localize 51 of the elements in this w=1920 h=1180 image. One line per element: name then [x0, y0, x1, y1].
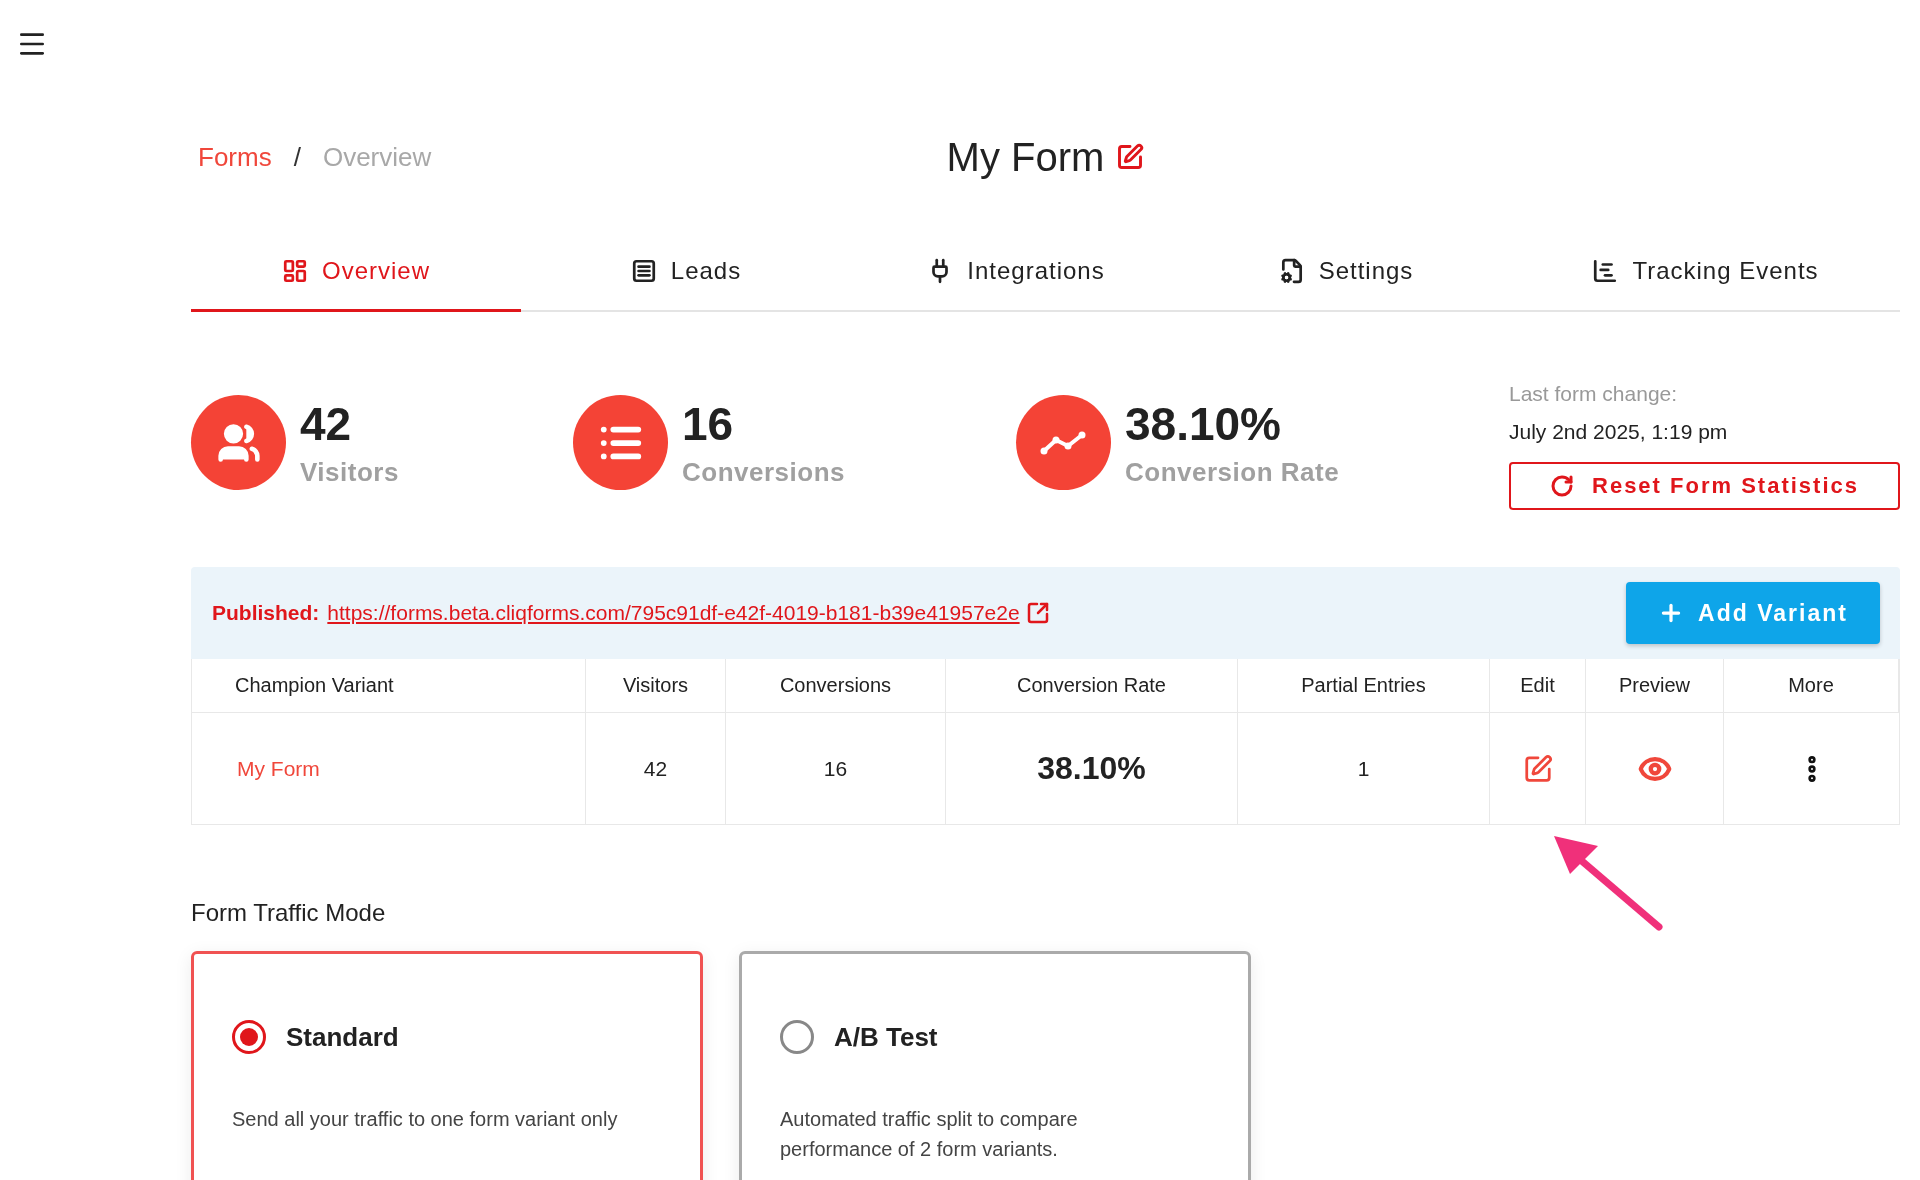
option-label: A/B Test	[834, 1021, 938, 1053]
stat-label: Conversions	[682, 457, 845, 488]
radio-button[interactable]	[232, 1020, 266, 1054]
stat-label: Visitors	[300, 457, 399, 488]
form-title: My Form	[946, 134, 1105, 180]
radio-button[interactable]	[780, 1020, 814, 1054]
refresh-icon	[1550, 474, 1574, 498]
section-title: Form Traffic Mode	[191, 899, 387, 927]
tab[interactable]: Leads	[521, 232, 851, 312]
last-change-label: Last form change:	[1509, 382, 1679, 406]
breadcrumb-separator: /	[293, 141, 301, 173]
traffic-mode-card[interactable]: A/B Test Automated traffic split to compare performance of 2 form variants.	[739, 951, 1251, 1180]
option-description: Automated traffic split to compare performance of 2 form variants.	[780, 1107, 1079, 1162]
column-header: Champion Variant	[192, 659, 586, 713]
reset-statistics-button[interactable]: Reset Form Statistics	[1509, 462, 1900, 510]
column-header: Visitors	[586, 659, 726, 713]
edit-icon[interactable]	[1116, 143, 1145, 171]
list-icon	[630, 257, 657, 284]
table-cell: 42	[643, 756, 668, 781]
stat-value: 16	[682, 397, 735, 451]
edit-icon[interactable]	[1522, 753, 1553, 784]
chart-icon	[1592, 257, 1619, 284]
stat-value: 38.10%	[1125, 397, 1282, 451]
published-url-link[interactable]: https://forms.beta.cliqforms.com/795c91df-e42f-4019-b181-b39e41957e2e	[327, 601, 1050, 625]
file-gear-icon	[1278, 257, 1305, 284]
column-header: Edit	[1490, 659, 1586, 713]
column-header: Partial Entries	[1238, 659, 1490, 713]
table-cell: 16	[823, 756, 848, 781]
option-description: Send all your traffic to one form variant only	[232, 1107, 619, 1132]
tab[interactable]: Integrations	[851, 232, 1181, 312]
dashboard-icon	[282, 257, 308, 284]
column-header: Conversions	[726, 659, 946, 713]
trend-line-icon	[1039, 429, 1088, 456]
tab[interactable]: Tracking Events	[1511, 232, 1900, 312]
last-change-date: July 2nd 2025, 1:19 pm	[1509, 420, 1729, 444]
column-header: More	[1724, 659, 1899, 713]
table-cell: 38.10%	[1037, 750, 1146, 787]
option-label: Standard	[286, 1021, 399, 1053]
traffic-mode-card[interactable]: Standard Send all your traffic to one form variant only	[191, 951, 703, 1180]
breadcrumb-link[interactable]: Forms	[198, 141, 272, 173]
column-header: Conversion Rate	[946, 659, 1238, 713]
stat-label: Conversion Rate	[1125, 457, 1340, 488]
tab[interactable]: Settings	[1181, 232, 1511, 312]
breadcrumb-current: Overview	[322, 141, 432, 173]
stat-value: 42	[300, 397, 353, 451]
column-header: Preview	[1586, 659, 1724, 713]
variant-name-link[interactable]: My Form	[237, 756, 320, 781]
tab[interactable]: Overview	[191, 232, 521, 312]
table-cell: 1	[1357, 756, 1370, 781]
external-link-icon	[1025, 601, 1050, 625]
published-label: Published:	[212, 601, 320, 625]
